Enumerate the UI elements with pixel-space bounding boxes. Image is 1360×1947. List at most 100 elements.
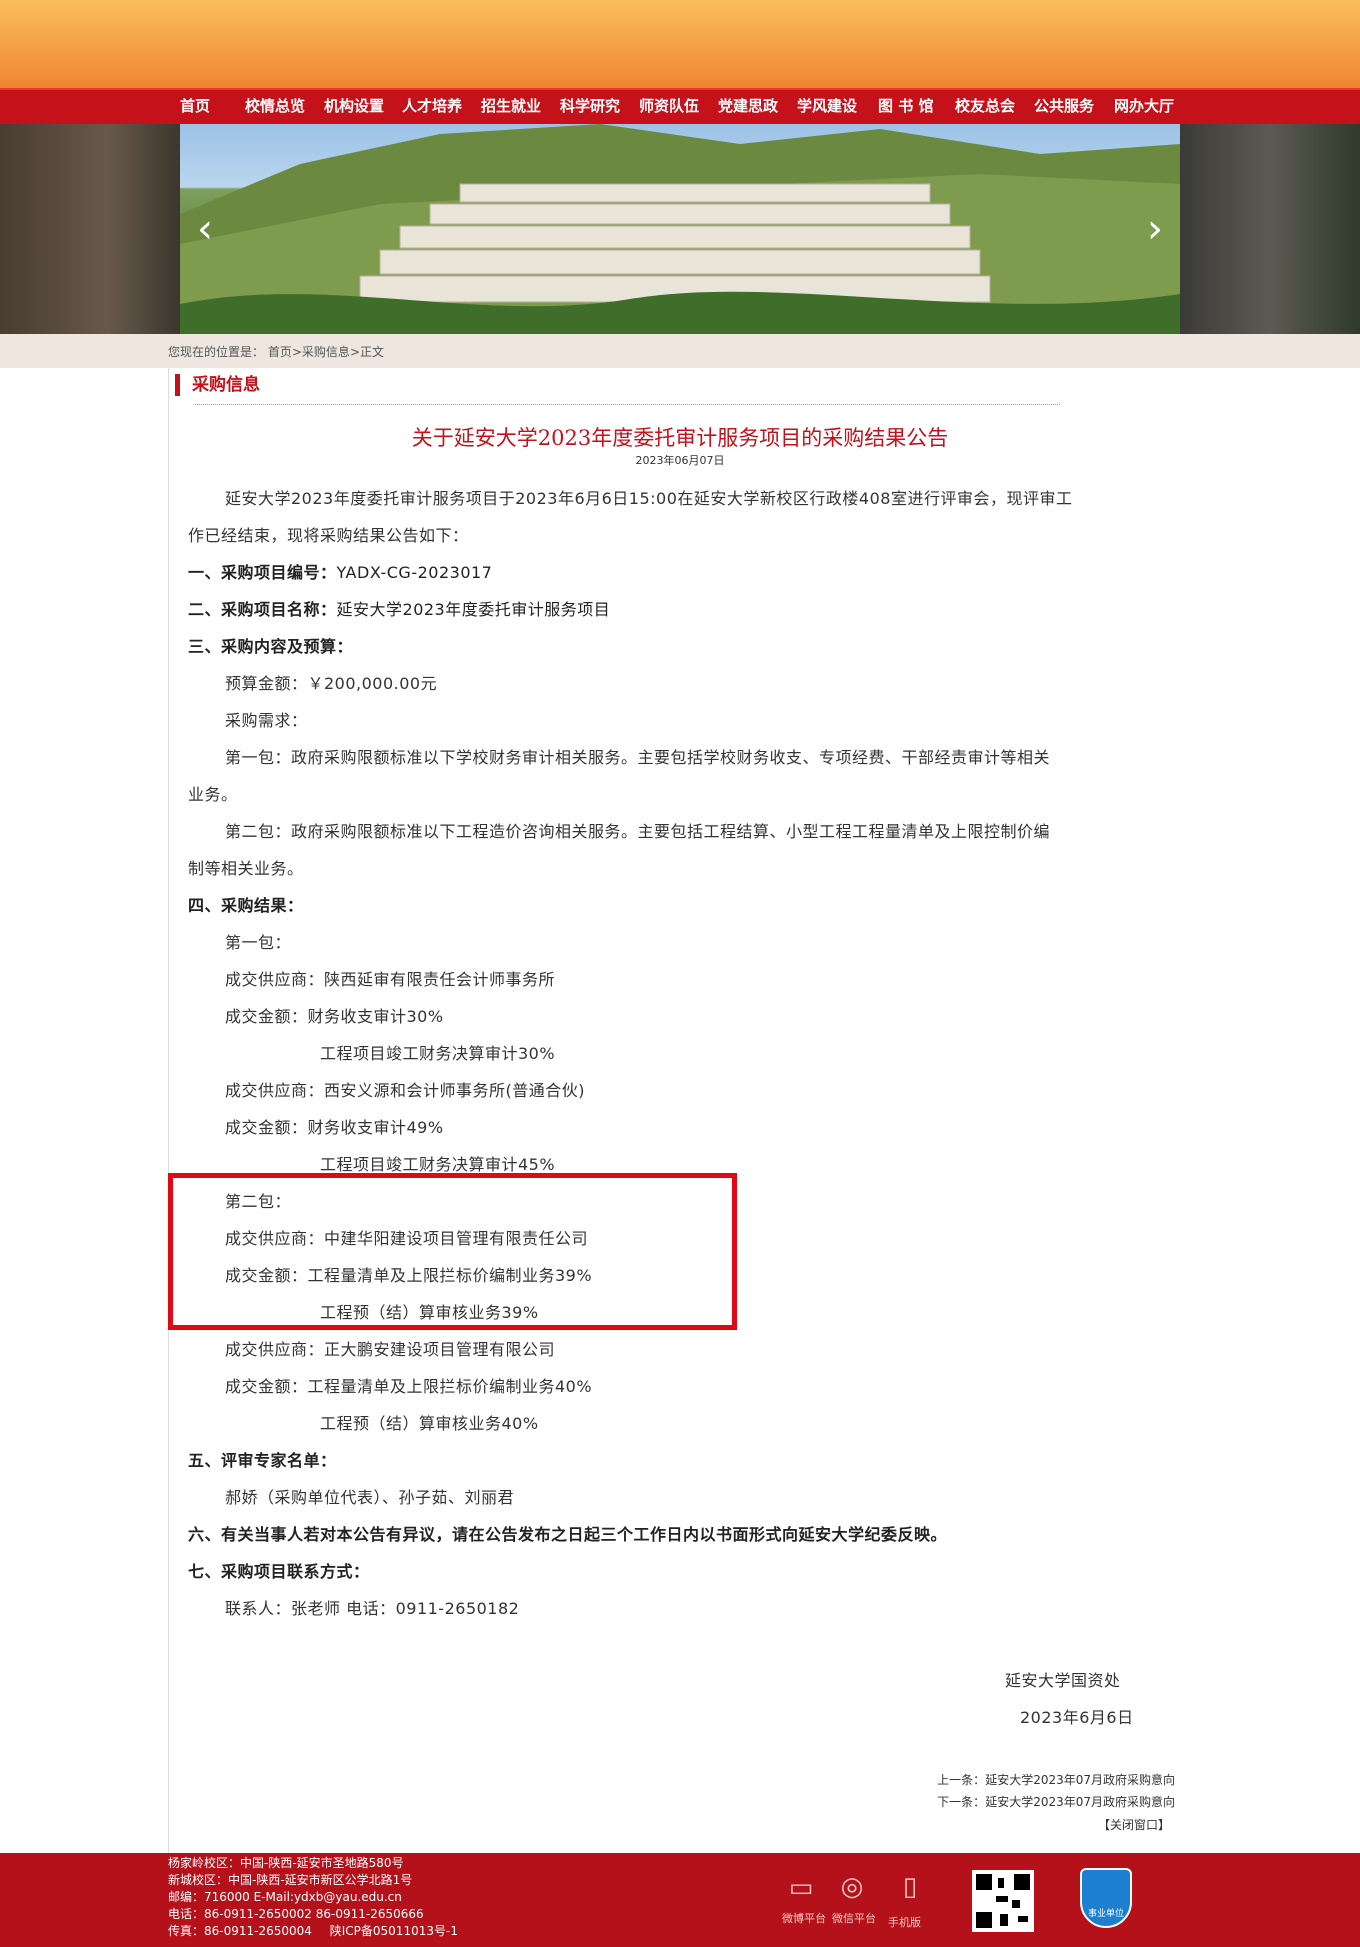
article-line-value: 延安大学2023年度委托审计服务项目 [336, 600, 611, 619]
breadcrumb-section[interactable]: 采购信息 [302, 345, 350, 359]
nav-item[interactable]: 校情总览 [245, 95, 305, 116]
mobile-label[interactable]: 手机版 [888, 1914, 921, 1930]
content-divider [168, 368, 169, 1853]
article-line-value: YADX-CG-2023017 [336, 563, 493, 582]
article-line-text: 业务。 [188, 785, 238, 804]
nav-item[interactable]: 科学研究 [560, 95, 620, 116]
highlight-box [168, 1173, 737, 1330]
weibo-label[interactable]: 微博平台 [782, 1910, 826, 1926]
article-line-text: 三、采购内容及预算： [188, 637, 354, 656]
article-line: 制等相关业务。 [188, 855, 304, 879]
article-line-text: 联系人：张老师 电话：0911-2650182 [225, 1599, 520, 1618]
chevron-right-icon[interactable]: › [1135, 204, 1175, 254]
article-line: 七、采购项目联系方式： [188, 1558, 370, 1582]
article-line: 成交供应商：正大鹏安建设项目管理有限公司 [225, 1336, 555, 1360]
nav-item[interactable]: 党建思政 [718, 95, 778, 116]
article-line: 成交供应商：西安义源和会计师事务所(普通合伙) [225, 1077, 585, 1101]
article-line: 成交金额：财务收支审计49% [225, 1114, 444, 1138]
banner-next-slide [1180, 124, 1360, 334]
institution-badge[interactable]: 事业单位 [1080, 1868, 1132, 1928]
article-line-text: 制等相关业务。 [188, 859, 304, 878]
article-line: 延安大学2023年度委托审计服务项目于2023年6月6日15:00在延安大学新校… [225, 485, 1072, 509]
article-line-text: 一、采购项目编号： [188, 563, 337, 582]
footer-fax-text: 传真：86-0911-2650004 [168, 1924, 312, 1938]
article-line: 一、采购项目编号：YADX-CG-2023017 [188, 559, 492, 583]
footer-fax: 传真：86-0911-2650004 陕ICP备05011013号-1 [168, 1923, 458, 1939]
article-line-text: 六、有关当事人若对本公告有异议，请在公告发布之日起三个工作日内以书面形式向延安大… [188, 1525, 948, 1544]
article-line: 郝娇（采购单位代表）、孙子茹、刘丽君 [225, 1484, 514, 1508]
next-article: 下一条：延安大学2023年07月政府采购意向 [937, 1793, 1175, 1810]
weibo-icon[interactable]: ▭ [784, 1873, 818, 1903]
next-link[interactable]: 延安大学2023年07月政府采购意向 [985, 1795, 1175, 1809]
article-line-text: 二、采购项目名称： [188, 600, 337, 619]
article-title: 关于延安大学2023年度委托审计服务项目的采购结果公告 [411, 426, 949, 450]
nav-item[interactable]: 校友总会 [955, 95, 1015, 116]
breadcrumb: 您现在的位置是： 首页>采购信息>正文 [168, 343, 384, 360]
article-line-text: 作已经结束，现将采购结果公告如下： [188, 526, 469, 545]
nav-item[interactable]: 师资队伍 [639, 95, 699, 116]
footer-icp-link[interactable]: 陕ICP备05011013号-1 [330, 1924, 458, 1938]
article-line-text: 成交供应商：正大鹏安建设项目管理有限公司 [225, 1340, 556, 1359]
article-line: 第二包：政府采购限额标准以下工程造价咨询相关服务。主要包括工程结算、小型工程工程… [225, 818, 1050, 842]
article-line-text: 成交供应商：陕西延审有限责任会计师事务所 [225, 970, 556, 989]
article-line-text: 延安大学2023年度委托审计服务项目于2023年6月6日15:00在延安大学新校… [225, 489, 1073, 508]
article-line-text: 成交金额：工程量清单及上限拦标价编制业务40% [225, 1377, 593, 1396]
breadcrumb-separator: > [291, 345, 302, 359]
campus-photo [180, 124, 1180, 334]
nav-item[interactable]: 公共服务 [1034, 95, 1094, 116]
nav-item[interactable]: 招生就业 [481, 95, 541, 116]
section-title: 采购信息 [175, 374, 260, 396]
prev-link[interactable]: 延安大学2023年07月政府采购意向 [985, 1773, 1175, 1787]
article-line: 成交金额：工程量清单及上限拦标价编制业务40% [225, 1373, 592, 1397]
section-divider [195, 404, 1060, 405]
footer-postcode-email: 邮编：716000 E-Mail:ydxb@yau.edu.cn [168, 1890, 402, 1904]
article-line: 采购需求： [225, 707, 308, 731]
article-line-text: 第一包： [225, 933, 292, 952]
prev-label: 上一条： [937, 1773, 986, 1787]
nav-item[interactable]: 机构设置 [324, 95, 384, 116]
article-line-text: 五、评审专家名单： [188, 1451, 337, 1470]
article-line-text: 第一包：政府采购限额标准以下学校财务审计相关服务。主要包括学校财务收支、专项经费… [225, 748, 1051, 767]
article-line: 成交供应商：陕西延审有限责任会计师事务所 [225, 966, 555, 990]
breadcrumb-home[interactable]: 首页 [268, 345, 292, 359]
mobile-icon[interactable]: ▯ [895, 1872, 925, 1902]
breadcrumb-separator: > [349, 345, 360, 359]
article-sign-date: 2023年6月6日 [1020, 1708, 1134, 1727]
chevron-left-icon[interactable]: ‹ [185, 204, 225, 254]
article-line-text: 四、采购结果： [188, 896, 304, 915]
main-nav: 首页 校情总览 机构设置 人才培养 招生就业 科学研究 师资队伍 党建思政 学风建设图 书 馆 校… [0, 88, 1360, 124]
footer-address-1: 杨家岭校区：中国-陕西-延安市圣地路580号 [168, 1856, 404, 1870]
article-signature: 延安大学国资处 [1005, 1671, 1121, 1690]
article-line: 四、采购结果： [188, 892, 304, 916]
article-line-text: 工程预（结）算审核业务40% [320, 1414, 539, 1433]
article-line: 预算金额：￥200,000.00元 [225, 670, 437, 694]
close-window-link[interactable]: 【关闭窗口】 [1098, 1816, 1170, 1833]
article-line-text: 工程项目竣工财务决算审计45% [320, 1155, 556, 1174]
article-line: 成交金额：财务收支审计30% [225, 1003, 444, 1027]
badge-label: 事业单位 [1087, 1909, 1124, 1919]
nav-item[interactable]: 学风建设 [797, 95, 857, 116]
article-line-text: 七、采购项目联系方式： [188, 1562, 370, 1581]
nav-item[interactable]: 网办大厅 [1114, 95, 1174, 116]
wechat-label[interactable]: 微信平台 [832, 1910, 876, 1926]
article-line: 联系人：张老师 电话：0911-2650182 [225, 1595, 519, 1619]
article-line: 第一包： [225, 929, 291, 953]
breadcrumb-bar: 您现在的位置是： 首页>采购信息>正文 [0, 334, 1360, 368]
article-line-text: 成交金额：财务收支审计30% [225, 1007, 444, 1026]
nav-item[interactable]: 人才培养 [402, 95, 462, 116]
banner-carousel: ‹ › [0, 124, 1360, 334]
article-line: 六、有关当事人若对本公告有异议，请在公告发布之日起三个工作日内以书面形式向延安大… [188, 1521, 947, 1545]
article-line: 作已经结束，现将采购结果公告如下： [188, 522, 469, 546]
article-line-text: 郝娇（采购单位代表）、孙子茹、刘丽君 [225, 1488, 515, 1507]
wechat-icon[interactable]: ◎ [835, 1872, 869, 1902]
article-line-text: 第二包：政府采购限额标准以下工程造价咨询相关服务。主要包括工程结算、小型工程工程… [225, 822, 1051, 841]
nav-item[interactable]: 图 书 馆 [878, 95, 933, 116]
breadcrumb-prefix: 您现在的位置是： [168, 345, 265, 359]
article-line: 工程项目竣工财务决算审计45% [320, 1151, 555, 1175]
article-line: 第一包：政府采购限额标准以下学校财务审计相关服务。主要包括学校财务收支、专项经费… [225, 744, 1050, 768]
article-line-text: 预算金额：￥200,000.00元 [225, 674, 438, 693]
next-label: 下一条： [937, 1795, 986, 1809]
nav-item[interactable]: 首页 [180, 95, 210, 116]
breadcrumb-current: 正文 [360, 345, 385, 359]
footer-phone: 电话：86-0911-2650002 86-0911-2650666 [168, 1907, 424, 1921]
